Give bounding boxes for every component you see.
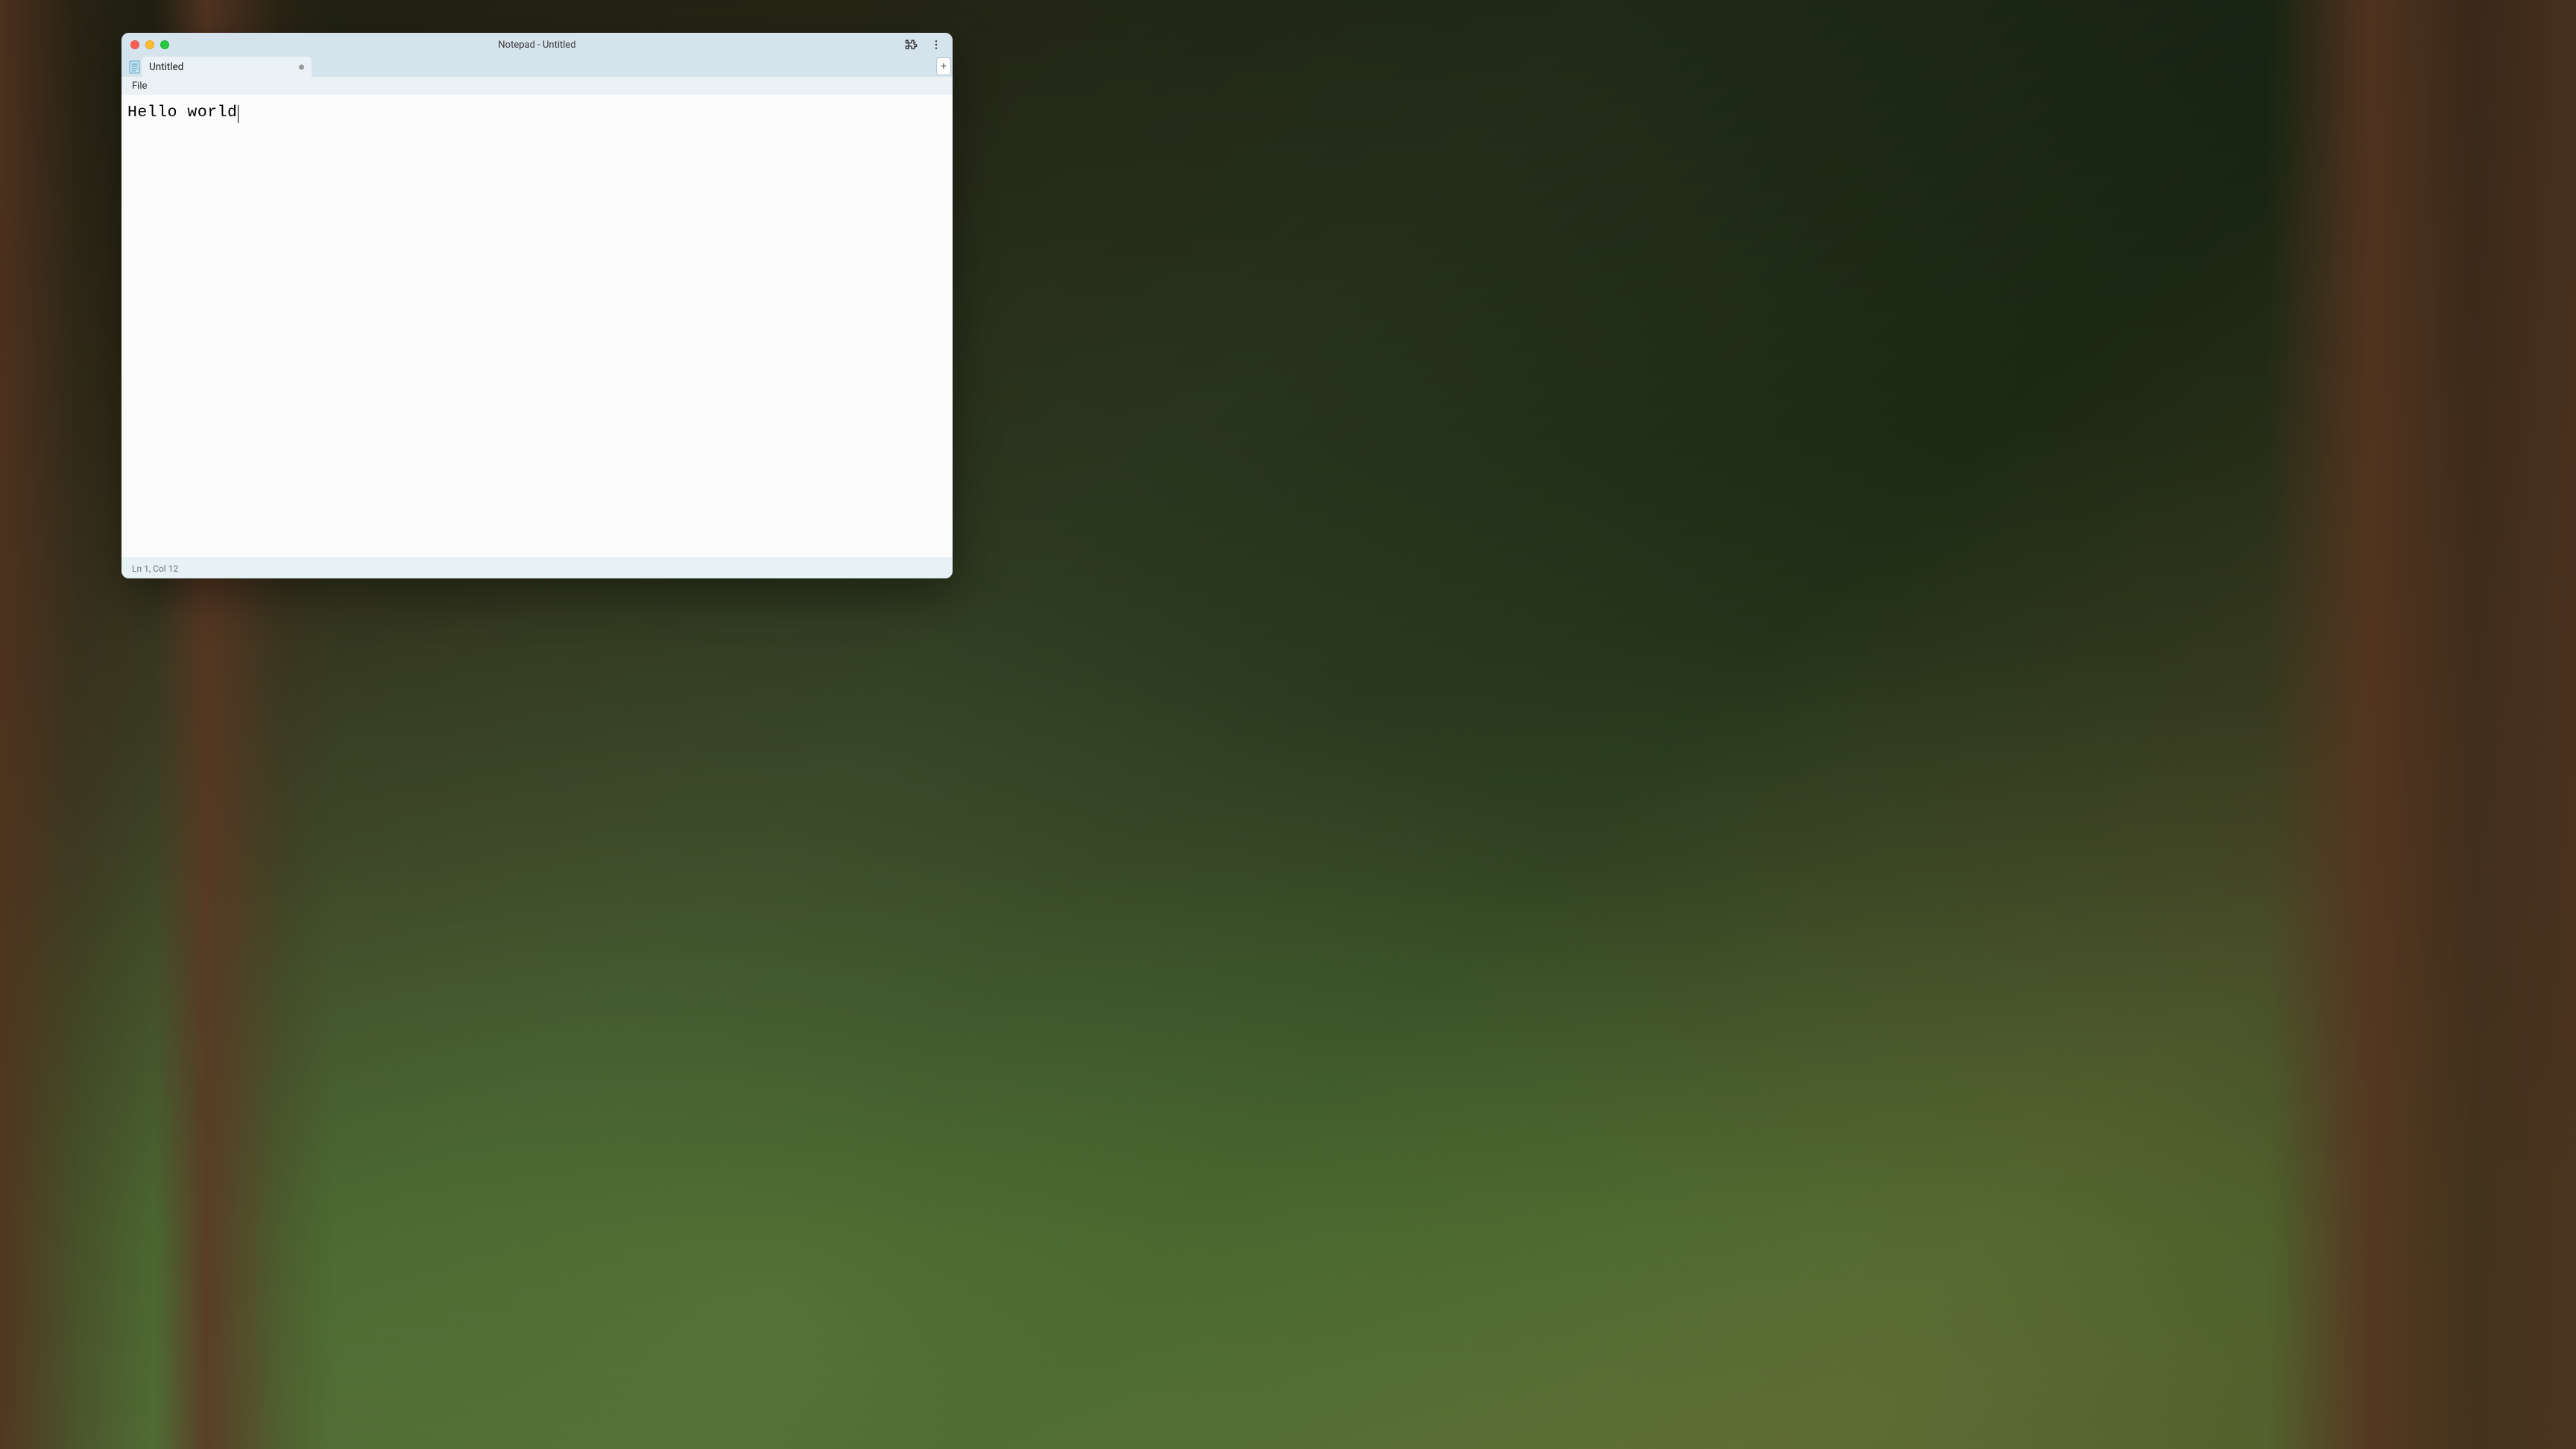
window-controls [130,40,169,49]
tab-label: Untitled [149,61,183,73]
cursor-position: Ln 1, Col 12 [132,564,178,574]
titlebar-actions [903,37,944,52]
tab-untitled[interactable]: Untitled [142,57,312,77]
notepad-app-icon [127,59,141,75]
notepad-window: Notepad - Untitled [121,33,953,578]
window-title: Notepad - Untitled [498,40,575,51]
new-tab-button[interactable]: + [936,57,951,75]
text-editor[interactable]: Hello world [121,95,953,558]
status-bar: Ln 1, Col 12 [121,558,953,578]
text-cursor [238,105,239,123]
tab-bar: Untitled + [121,57,953,77]
close-button[interactable] [130,40,139,49]
more-options-icon[interactable] [929,37,944,52]
extensions-icon[interactable] [903,37,918,52]
maximize-button[interactable] [160,40,169,49]
minimize-button[interactable] [145,40,154,49]
editor-content: Hello world [127,104,237,121]
file-menu[interactable]: File [129,79,150,93]
menu-bar: File [121,77,953,95]
tab-modified-indicator[interactable] [299,64,304,69]
titlebar: Notepad - Untitled [121,33,953,57]
new-tab-plus-icon: + [941,60,947,72]
